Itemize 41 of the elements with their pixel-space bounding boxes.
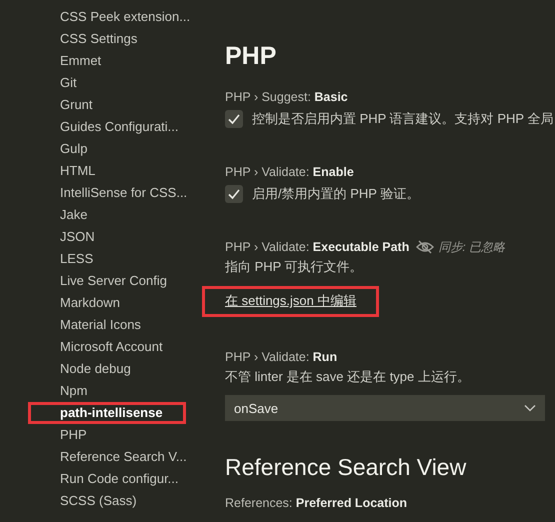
sidebar-item[interactable]: HTML	[0, 160, 190, 182]
sidebar-item[interactable]: Gulp	[0, 138, 190, 160]
section-title: PHP	[225, 42, 278, 71]
sidebar-item[interactable]: JSON	[0, 226, 190, 248]
setting-label: PHP › Suggest: Basic	[225, 90, 348, 104]
sidebar-item[interactable]: Emmet	[0, 50, 190, 72]
sidebar-item[interactable]: CSS Settings	[0, 28, 190, 50]
dropdown[interactable]: onSave	[225, 395, 545, 421]
setting-description: 控制是否启用内置 PHP 语言建议。支持对 PHP 全局	[252, 110, 554, 128]
sidebar-item[interactable]: Reference Search V...	[0, 446, 190, 468]
sidebar-item[interactable]: CSS Peek extension...	[0, 6, 190, 28]
chevron-down-icon	[524, 404, 536, 412]
sidebar-item[interactable]: PHP	[0, 424, 190, 446]
sidebar-item[interactable]: IntelliSense for CSS...	[0, 182, 190, 204]
sidebar-item[interactable]: SCSS (Sass)	[0, 490, 190, 512]
sidebar-item[interactable]: LESS	[0, 248, 190, 270]
edit-link[interactable]: 在 settings.json 中编辑	[202, 286, 378, 317]
setting-description: 指向 PHP 可执行文件。	[225, 258, 364, 276]
sync-note: 同步: 已忽略	[438, 238, 506, 256]
setting-description: 不管 linter 是在 save 还是在 type 上运行。	[225, 368, 471, 386]
sidebar-item[interactable]: Live Server Config	[0, 270, 190, 292]
sidebar-item[interactable]: Npm	[0, 380, 190, 402]
sidebar-item[interactable]: Guides Configurati...	[0, 116, 190, 138]
sidebar-item[interactable]: Microsoft Account	[0, 336, 190, 358]
sidebar-item[interactable]: Git	[0, 72, 190, 94]
section-title: Reference Search View	[225, 454, 468, 481]
setting-label: References: Preferred Location	[225, 496, 408, 510]
eye-slash-icon	[415, 240, 436, 254]
setting-label: PHP › Validate: Enable	[225, 165, 354, 179]
checkbox[interactable]	[225, 110, 243, 128]
sidebar-item[interactable]: Grunt	[0, 94, 190, 116]
setting-label: PHP › Validate: Run	[225, 350, 338, 364]
sidebar-item[interactable]: path-intellisense	[28, 402, 186, 424]
sidebar-item[interactable]: Run Code configur...	[0, 468, 190, 490]
sidebar-item[interactable]: Material Icons	[0, 314, 190, 336]
sidebar-item[interactable]: Jake	[0, 204, 190, 226]
checkbox[interactable]	[225, 185, 243, 203]
setting-description: 启用/禁用内置的 PHP 验证。	[252, 185, 420, 203]
sidebar-item[interactable]: Node debug	[0, 358, 190, 380]
sidebar-item[interactable]: Markdown	[0, 292, 190, 314]
setting-label: PHP › Validate: Executable Path	[225, 240, 410, 254]
